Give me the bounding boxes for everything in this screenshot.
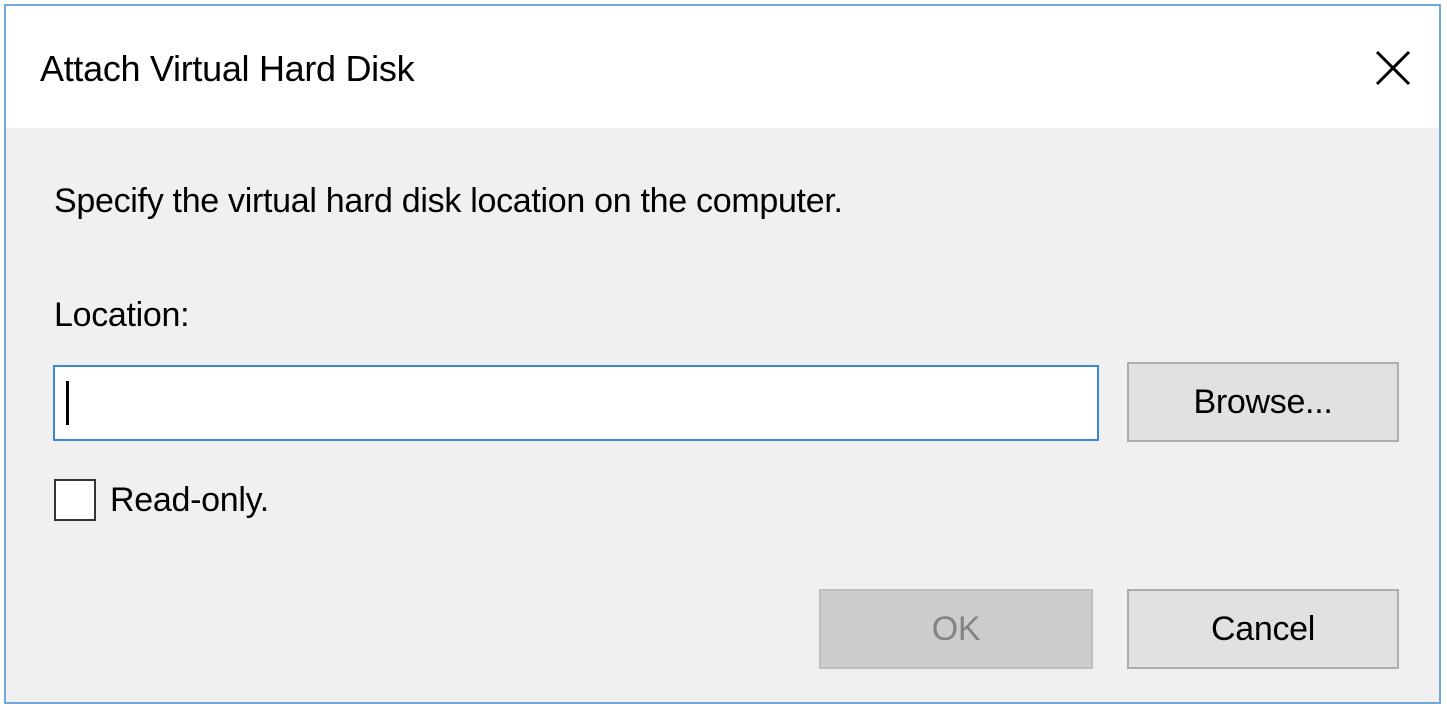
- dialog-title: Attach Virtual Hard Disk: [40, 48, 415, 89]
- attach-vhd-dialog: Attach Virtual Hard Disk Specify the vir…: [4, 4, 1441, 704]
- close-icon: [1375, 50, 1411, 86]
- browse-button[interactable]: Browse...: [1127, 362, 1399, 442]
- ok-button[interactable]: OK: [819, 589, 1093, 669]
- cancel-button[interactable]: Cancel: [1127, 589, 1399, 669]
- text-caret: [66, 381, 69, 425]
- read-only-label: Read-only.: [110, 480, 269, 519]
- close-button[interactable]: [1365, 40, 1421, 96]
- read-only-checkbox[interactable]: [54, 479, 96, 521]
- read-only-option[interactable]: Read-only.: [54, 476, 269, 524]
- location-input[interactable]: [53, 365, 1099, 441]
- location-label: Location:: [54, 296, 190, 334]
- title-bar: Attach Virtual Hard Disk: [6, 6, 1439, 128]
- instruction-text: Specify the virtual hard disk location o…: [54, 182, 843, 220]
